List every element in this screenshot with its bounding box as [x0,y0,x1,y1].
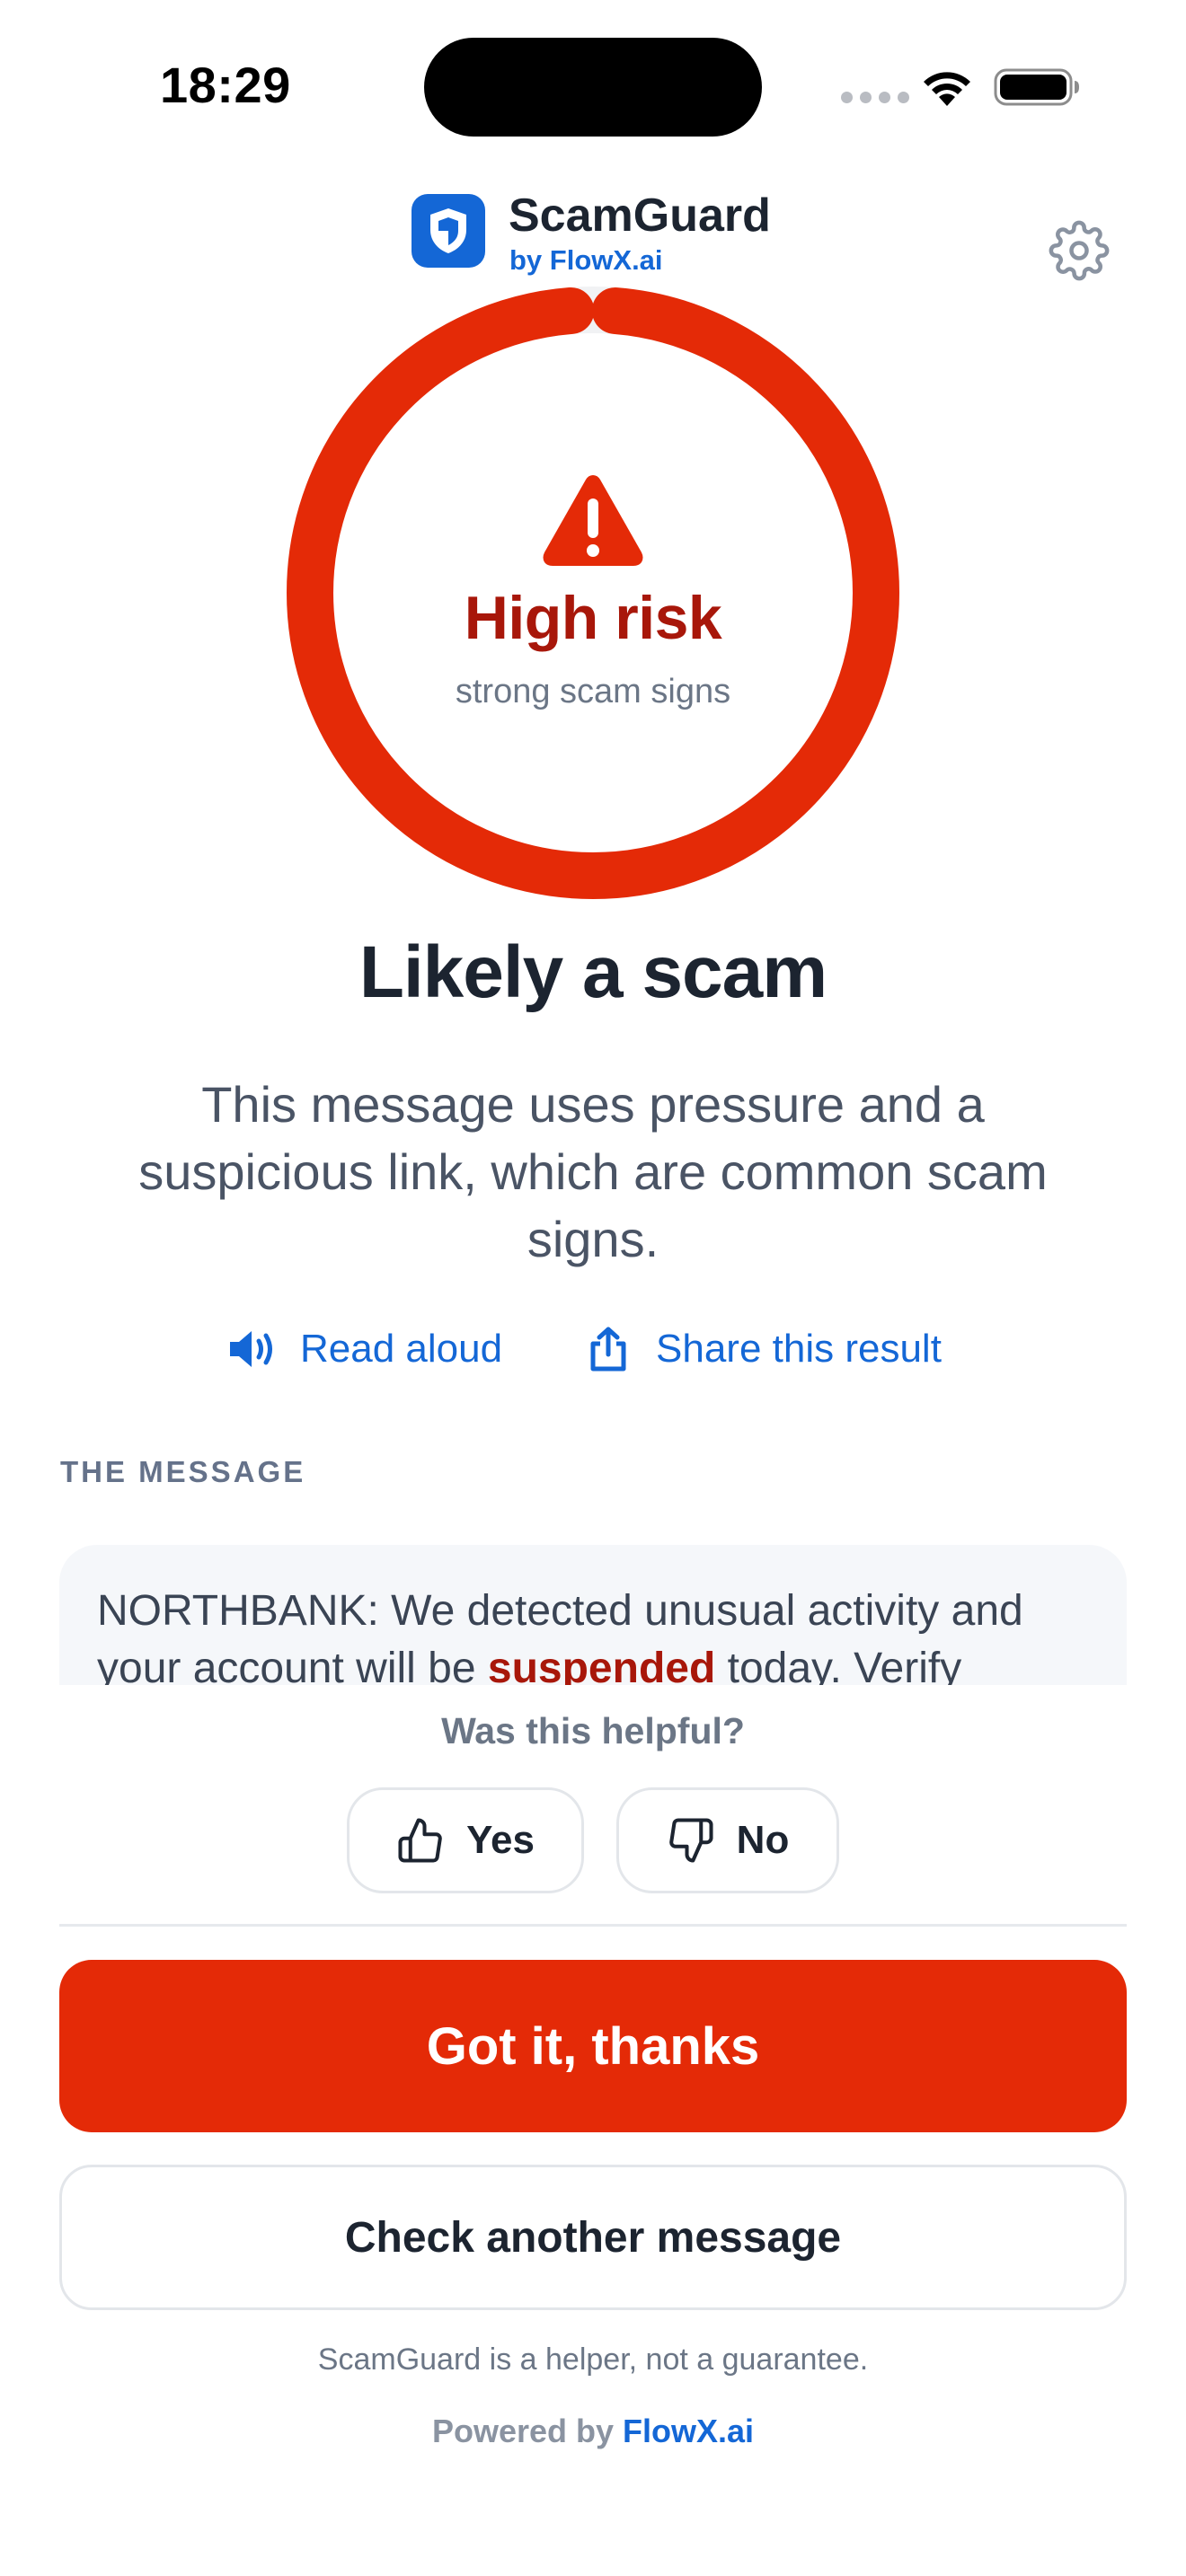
disclaimer: ScamGuard is a helper, not a guarantee. [317,2342,869,2377]
app-name: ScamGuard [509,190,771,242]
scan-result-screen: 18:29 ScamGuard by FlowX.ai High risk st… [0,0,1186,2576]
verdict-description: This message uses pressure and a suspici… [138,1076,1048,1267]
message-text: NORTHBANK: We detected unusual activity … [97,1583,1094,1685]
feedback-yes-label: Yes [466,1818,535,1862]
shield-icon [430,208,466,253]
risk-level-label: High risk [464,583,722,652]
message-section-label: THE MESSAGE [60,1455,306,1488]
battery-icon [994,68,1079,106]
verdict-title: Likely a scam [358,931,828,1013]
feedback-yes-button[interactable]: Yes [347,1787,584,1893]
powered-by: Powered by FlowX.ai [0,2413,1186,2450]
powered-by-brand[interactable]: FlowX.ai [623,2413,754,2449]
feedback-no-label: No [736,1818,790,1862]
settings-button[interactable] [1044,216,1114,286]
got-it-label: Got it, thanks [426,2016,760,2076]
powered-by-prefix: Powered by [431,2413,615,2449]
share-result-label: Share this result [656,1327,942,1371]
check-another-button[interactable]: Check another message [59,2165,1127,2310]
got-it-button[interactable]: Got it, thanks [59,1960,1127,2132]
feedback-question: Was this helpful? [441,1710,745,1751]
message-card[interactable]: NORTHBANK: We detected unusual activity … [59,1545,1127,1685]
wifi-icon [924,72,970,106]
thumbs-down-icon [668,1818,713,1863]
risk-sublabel: strong scam signs [455,672,731,710]
thumbs-up-icon [398,1818,442,1863]
read-aloud-label: Read aloud [300,1327,503,1371]
message-highlight: suspended [487,1645,716,1685]
risk-summary: High risk strong scam signs [284,284,902,902]
warning-triangle-icon [543,474,643,566]
feedback-no-button[interactable]: No [616,1787,839,1893]
message-text-end: today. Verify [715,1645,962,1685]
app-logo [412,194,485,268]
share-result-button[interactable]: Share this result [582,1326,942,1372]
app-byline: by FlowX.ai [509,244,663,276]
divider [59,1924,1127,1927]
status-time: 18:29 [160,57,291,113]
check-another-label: Check another message [344,2213,842,2262]
dynamic-island [424,38,762,137]
read-aloud-button[interactable]: Read aloud [226,1326,502,1372]
share-icon [590,1327,626,1372]
gear-icon [1049,220,1110,281]
speaker-icon [230,1331,272,1367]
cellular-signal-icon [841,92,909,103]
